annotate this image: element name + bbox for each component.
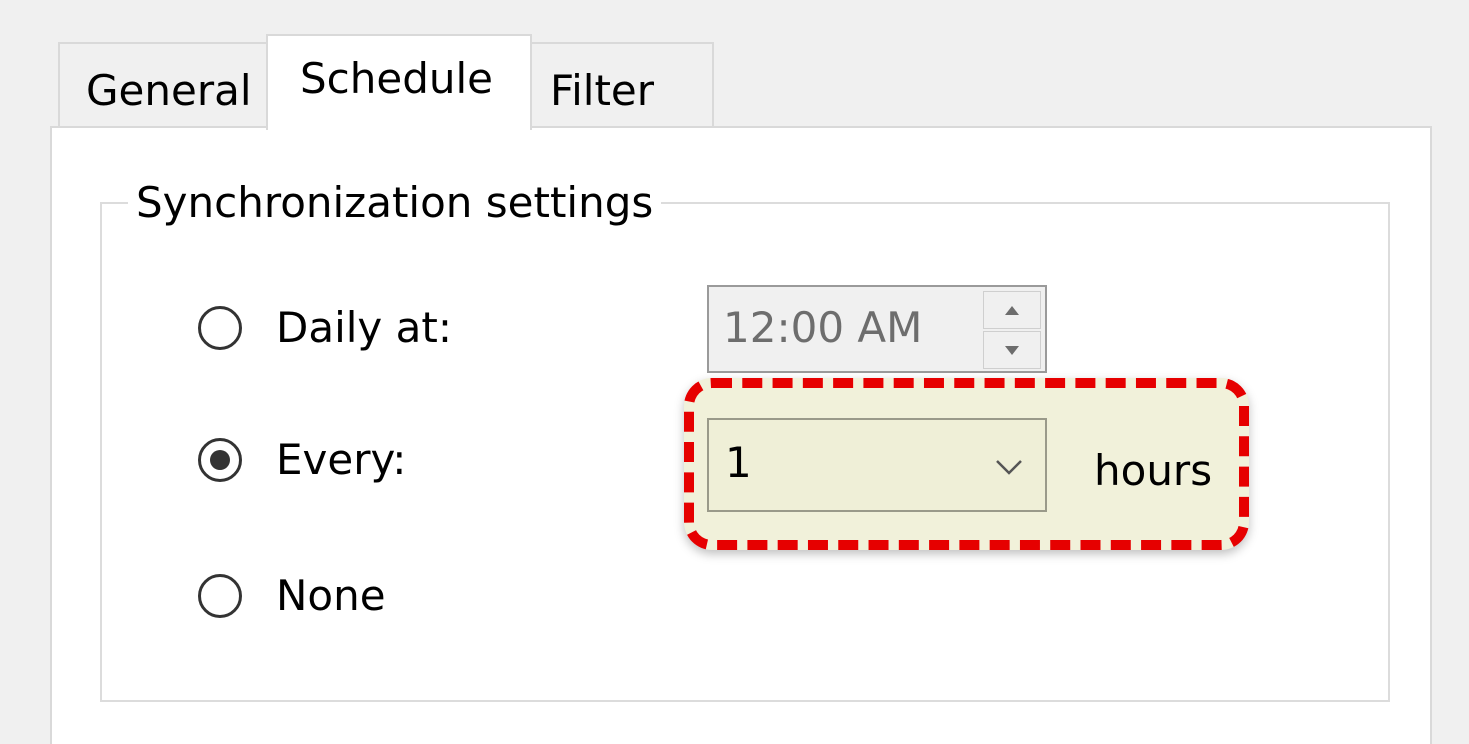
tab-schedule-label: Schedule — [300, 54, 493, 103]
radio-daily-label: Daily at: — [276, 303, 452, 352]
radio-every[interactable]: Every: — [198, 430, 406, 490]
tab-general-label: General — [86, 66, 252, 115]
radio-none[interactable]: None — [198, 566, 386, 626]
daily-time-picker[interactable]: 12:00 AM — [707, 285, 1047, 373]
every-hours-combobox[interactable]: 1 — [707, 418, 1047, 512]
radio-daily-at[interactable]: Daily at: — [198, 298, 452, 358]
radio-every-circle[interactable] — [198, 438, 242, 482]
hours-unit-label: hours — [1094, 446, 1213, 495]
triangle-up-icon — [1005, 305, 1019, 315]
radio-daily-circle[interactable] — [198, 306, 242, 350]
daily-time-value: 12:00 AM — [723, 303, 923, 352]
tab-schedule[interactable]: Schedule — [266, 34, 532, 130]
radio-every-label: Every: — [276, 435, 407, 484]
every-hours-value: 1 — [725, 438, 752, 487]
tab-general[interactable]: General — [58, 42, 270, 128]
triangle-down-icon — [1005, 345, 1019, 355]
radio-none-label: None — [276, 571, 386, 620]
sync-settings-legend: Synchronization settings — [128, 179, 662, 227]
tab-filter[interactable]: Filter — [528, 42, 714, 128]
radio-none-circle[interactable] — [198, 574, 242, 618]
time-spin-up-button[interactable] — [983, 291, 1041, 329]
schedule-dialog: General Schedule Filter Synchronization … — [0, 0, 1469, 744]
time-spin-down-button[interactable] — [983, 331, 1041, 369]
chevron-down-icon[interactable] — [989, 446, 1029, 486]
radio-selected-dot — [210, 450, 230, 470]
tab-filter-label: Filter — [550, 66, 655, 115]
